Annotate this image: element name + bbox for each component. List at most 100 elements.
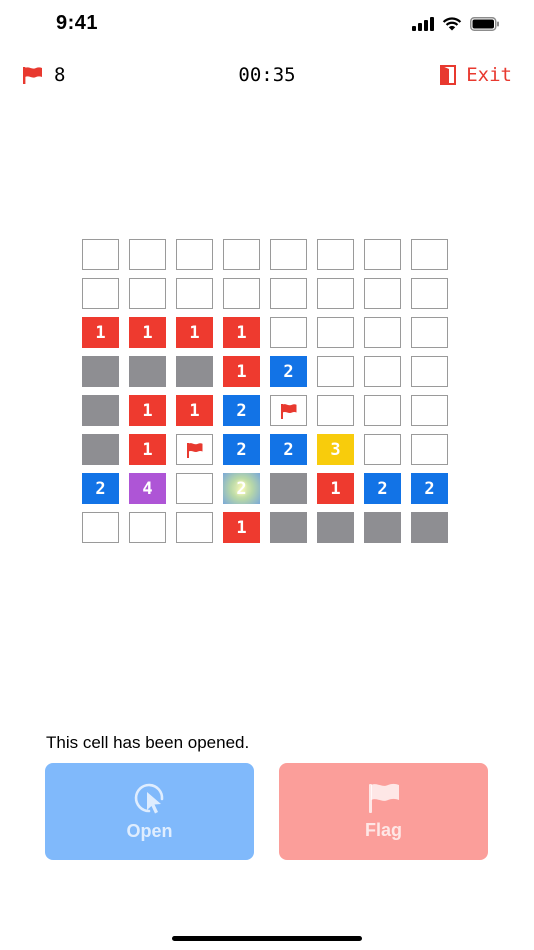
cell-closed[interactable] bbox=[82, 278, 119, 309]
cell-closed[interactable] bbox=[270, 278, 307, 309]
cell-opened[interactable]: 1 bbox=[129, 395, 166, 426]
cell-closed[interactable] bbox=[176, 239, 213, 270]
cell-opened[interactable] bbox=[364, 512, 401, 543]
cell-closed[interactable] bbox=[411, 395, 448, 426]
cell-number: 2 bbox=[236, 400, 247, 421]
cell-opened[interactable]: 1 bbox=[223, 512, 260, 543]
cell-opened[interactable] bbox=[82, 434, 119, 465]
cell-number: 2 bbox=[236, 478, 247, 499]
cell-opened[interactable]: 2 bbox=[82, 473, 119, 504]
open-button[interactable]: Open bbox=[45, 763, 254, 860]
cell-number: 2 bbox=[283, 361, 294, 382]
cell-closed[interactable] bbox=[411, 239, 448, 270]
open-button-label: Open bbox=[126, 821, 173, 841]
cell-number: 4 bbox=[142, 478, 153, 499]
cell-number: 1 bbox=[142, 439, 153, 460]
cell-opened[interactable] bbox=[411, 512, 448, 543]
cell-opened[interactable]: 1 bbox=[223, 317, 260, 348]
cell-opened[interactable] bbox=[82, 395, 119, 426]
cell-opened[interactable]: 2 bbox=[223, 395, 260, 426]
cell-opened[interactable]: 1 bbox=[129, 317, 166, 348]
cell-selected[interactable]: 2 bbox=[223, 473, 260, 504]
cell-closed[interactable] bbox=[129, 512, 166, 543]
cell-opened[interactable]: 2 bbox=[411, 473, 448, 504]
cellular-signal-icon bbox=[412, 16, 434, 31]
cell-closed[interactable] bbox=[176, 512, 213, 543]
cell-opened[interactable]: 2 bbox=[223, 434, 260, 465]
cell-closed[interactable] bbox=[317, 239, 354, 270]
cell-number: 2 bbox=[424, 478, 435, 499]
cell-closed[interactable] bbox=[364, 356, 401, 387]
flag-button[interactable]: Flag bbox=[279, 763, 488, 860]
cell-opened[interactable]: 2 bbox=[364, 473, 401, 504]
wifi-icon bbox=[442, 17, 462, 31]
cell-opened[interactable]: 1 bbox=[176, 317, 213, 348]
cell-closed[interactable] bbox=[411, 434, 448, 465]
cell-number: 1 bbox=[330, 478, 341, 499]
cell-number: 1 bbox=[189, 400, 200, 421]
cell-closed[interactable] bbox=[364, 434, 401, 465]
cell-opened[interactable] bbox=[270, 512, 307, 543]
status-time: 9:41 bbox=[56, 12, 99, 34]
cell-flagged[interactable] bbox=[270, 395, 307, 426]
cell-closed[interactable] bbox=[82, 239, 119, 270]
cell-opened[interactable] bbox=[129, 356, 166, 387]
cell-opened[interactable]: 3 bbox=[317, 434, 354, 465]
cell-closed[interactable] bbox=[317, 278, 354, 309]
cell-opened[interactable] bbox=[317, 512, 354, 543]
cell-opened[interactable]: 1 bbox=[176, 395, 213, 426]
cell-opened[interactable]: 2 bbox=[270, 356, 307, 387]
cell-opened[interactable] bbox=[270, 473, 307, 504]
cell-closed[interactable] bbox=[411, 317, 448, 348]
cell-number: 2 bbox=[283, 439, 294, 460]
cell-opened[interactable]: 1 bbox=[129, 434, 166, 465]
cell-closed[interactable] bbox=[270, 317, 307, 348]
cell-closed[interactable] bbox=[270, 239, 307, 270]
cell-number: 2 bbox=[236, 439, 247, 460]
cell-number: 2 bbox=[95, 478, 106, 499]
exit-label: Exit bbox=[466, 64, 512, 86]
cell-opened[interactable]: 1 bbox=[82, 317, 119, 348]
cell-flagged[interactable] bbox=[176, 434, 213, 465]
cell-opened[interactable] bbox=[82, 356, 119, 387]
status-icons bbox=[412, 16, 500, 31]
cell-number: 3 bbox=[330, 439, 341, 460]
cell-closed[interactable] bbox=[411, 278, 448, 309]
flag-icon bbox=[280, 403, 296, 419]
cell-closed[interactable] bbox=[176, 278, 213, 309]
cell-number: 1 bbox=[142, 322, 153, 343]
cell-closed[interactable] bbox=[317, 395, 354, 426]
cell-closed[interactable] bbox=[129, 278, 166, 309]
cell-closed[interactable] bbox=[317, 317, 354, 348]
flag-icon bbox=[186, 442, 202, 458]
cell-closed[interactable] bbox=[317, 356, 354, 387]
cell-opened[interactable]: 1 bbox=[223, 356, 260, 387]
cell-opened[interactable]: 2 bbox=[270, 434, 307, 465]
game-header: 8 00:35 Exit bbox=[0, 58, 534, 94]
cell-closed[interactable] bbox=[223, 278, 260, 309]
cell-closed[interactable] bbox=[223, 239, 260, 270]
cell-number: 1 bbox=[142, 400, 153, 421]
cell-opened[interactable]: 4 bbox=[129, 473, 166, 504]
battery-icon bbox=[470, 16, 499, 31]
exit-button[interactable]: Exit bbox=[440, 64, 512, 86]
cell-closed[interactable] bbox=[82, 512, 119, 543]
cell-closed[interactable] bbox=[364, 239, 401, 270]
flag-icon bbox=[368, 783, 399, 813]
cell-closed[interactable] bbox=[364, 278, 401, 309]
minesweeper-board: 1 1 1 1 1 2 1 1 2 1 2 2 3 2 4 2 1 2 2 1 bbox=[82, 239, 448, 543]
cell-number: 1 bbox=[236, 322, 247, 343]
cell-closed[interactable] bbox=[176, 473, 213, 504]
exit-door-icon bbox=[440, 65, 457, 85]
home-indicator bbox=[172, 936, 362, 941]
cell-number: 1 bbox=[189, 322, 200, 343]
cell-closed[interactable] bbox=[411, 356, 448, 387]
cell-number: 1 bbox=[236, 517, 247, 538]
cell-opened[interactable]: 1 bbox=[317, 473, 354, 504]
cell-number: 1 bbox=[95, 322, 106, 343]
cell-closed[interactable] bbox=[364, 317, 401, 348]
cell-closed[interactable] bbox=[364, 395, 401, 426]
flag-button-label: Flag bbox=[364, 820, 402, 840]
cell-opened[interactable] bbox=[176, 356, 213, 387]
cell-closed[interactable] bbox=[129, 239, 166, 270]
